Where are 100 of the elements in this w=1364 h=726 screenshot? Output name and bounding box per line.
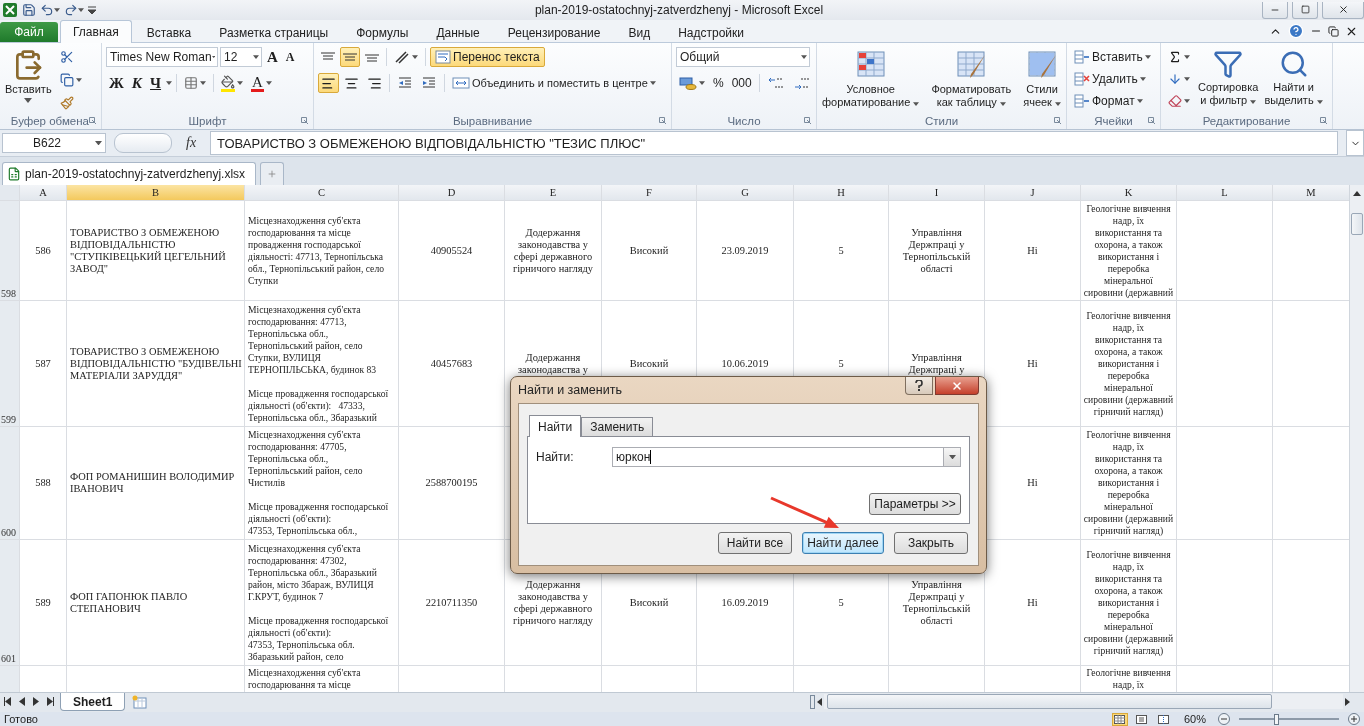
shrink-font-button[interactable]: A	[282, 47, 298, 67]
column-header[interactable]: G	[697, 185, 793, 200]
file-tab[interactable]: Файл	[0, 22, 58, 42]
italic-button[interactable]: К	[128, 73, 146, 93]
column-header[interactable]: H	[794, 185, 888, 200]
styles-button[interactable]: Стили ячеек	[1022, 47, 1062, 111]
number-format-field[interactable]: Общий	[676, 47, 810, 67]
table-cell: Місцезнаходження суб'єкта господарювання: 47705, Тернопільська обл., Тернопільський район, село Чистилів Місце провадження господарської діяльності (об'єкти): 47353, Тернопільська обл.,	[245, 427, 398, 539]
percent-button[interactable]: %	[710, 73, 727, 93]
column-header[interactable]: I	[889, 185, 984, 200]
column-header[interactable]: M	[1273, 185, 1349, 200]
group-label: Ячейки	[1094, 115, 1133, 127]
dialog-button[interactable]: Закрыть	[894, 532, 968, 554]
merge-center-button[interactable]: Объединить и поместить в центре	[449, 73, 659, 93]
window-title: plan-2019-ostatochnyj-zatverdzhenyj - Microsoft Excel	[533, 3, 825, 17]
find-select-button[interactable]: Найти и выделить	[1263, 47, 1324, 109]
dialog-tab[interactable]: Заменить	[581, 417, 654, 436]
font-color-button[interactable]: A	[248, 73, 275, 93]
table-cell: ФОП РОМАНИШИН ВОЛОДИМИР ІВАНОВИЧ	[67, 427, 244, 539]
insert-function-button[interactable]: fx	[180, 135, 203, 151]
table-cell: Геологічне вивчення надр, їх	[1081, 666, 1176, 692]
ribbon-tab[interactable]: Рецензирование	[494, 22, 614, 43]
status-text: Готово	[4, 713, 38, 725]
table-cell: Місцезнаходження суб'єкта господарювання: 47713, Тернопільська обл., Тернопільський район, село Ступки, ВУЛИЦЯ ТЕРНОПІЛЬСЬКА, будинок 83 Місце провадження господарської діяльності (об'єкти): 47333, Тернопільська обл., Збаразький	[245, 301, 398, 426]
table-cell: Ні	[985, 540, 1080, 665]
table-cell: 40457683	[399, 301, 504, 426]
table-cell: 586	[20, 201, 66, 300]
sheet-tab[interactable]: Sheet1	[60, 693, 126, 711]
ribbon-tab[interactable]: Формулы	[343, 22, 422, 43]
styles-button[interactable]: Условное форматирование	[821, 47, 921, 111]
grow-font-button[interactable]: A	[264, 47, 281, 67]
row-header[interactable]: 599	[0, 301, 19, 426]
ribbon-tab[interactable]: Вставка	[133, 22, 205, 43]
column-header[interactable]: A	[20, 185, 66, 200]
cells-button[interactable]: Формат	[1071, 91, 1154, 111]
table-cell: 2588700195	[399, 427, 504, 539]
paste-button[interactable]: Вставить	[4, 47, 53, 105]
table-cell: Ні	[985, 201, 1080, 300]
styles-button[interactable]: Форматировать как таблицу	[930, 47, 1013, 111]
table-cell: Місцезнаходження суб'єкта господарювання та місце провадження господарської діяльності: 47713, Тернопільська обл., Тернопільський район, село Ступки	[245, 201, 398, 300]
dialog-button[interactable]: Найти далее	[802, 532, 884, 554]
row-header[interactable]: 598	[0, 201, 19, 300]
column-header[interactable]: D	[399, 185, 504, 200]
ribbon-tab[interactable]: Разметка страницы	[206, 22, 342, 43]
table-cell: 587	[20, 301, 66, 426]
workbook-tab[interactable]: plan-2019-ostatochnyj-zatverdzhenyj.xlsx	[2, 162, 257, 185]
ribbon-tab[interactable]: Данные	[423, 22, 493, 43]
column-header[interactable]: F	[602, 185, 696, 200]
table-cell: Місцезнаходження суб'єкта господарювання: 47302, Тернопільська обл., Збаразький район, місто Збараж, ВУЛИЦЯ Г.КРУТ, будинок 7 Місце провадження господарської діяльності (об'єкти): 47353, Тернопільська обл. Збаразький район, село	[245, 540, 398, 665]
table-cell: 2210711350	[399, 540, 504, 665]
ribbon-tab[interactable]: Вид	[615, 22, 664, 43]
table-cell: ТОВАРИСТВО З ОБМЕЖЕНОЮ ВІДПОВІДАЛЬНІСТЮ "БУДІВЕЛЬНІ МАТЕРІАЛИ ЗАРУДДЯ"	[67, 301, 244, 426]
group-label: Стили	[924, 115, 959, 127]
table-cell: Управління Держпраці у Тернопільській області	[889, 201, 984, 300]
table-cell: Додержання законодавства у сфері державного гірничого нагляду	[505, 201, 601, 300]
group-label: Выравнивание	[452, 115, 533, 127]
row-header[interactable]: 601	[0, 540, 19, 665]
formula-field[interactable]: ТОВАРИСТВО З ОБМЕЖЕНОЮ ВІДПОВІДАЛЬНІСТЮ "ТЕЗИС ПЛЮС"	[210, 131, 1338, 155]
table-cell: 40905524	[399, 201, 504, 300]
table-cell: 588	[20, 427, 66, 539]
table-cell: Ні	[985, 427, 1080, 539]
column-header[interactable]: C	[245, 185, 398, 200]
table-cell: Місцезнаходження суб'єкта господарювання та місце	[245, 666, 398, 692]
table-cell: Геологічне вивчення надр, їх використання та охорона, а також використання і переробка мінеральної сировини (державний гірничий нагляд)	[1081, 427, 1176, 539]
find-field[interactable]: юркон	[612, 447, 961, 467]
wrap-text-button[interactable]: Перенос текста	[430, 47, 545, 67]
ribbon-tab[interactable]: Надстройки	[665, 22, 757, 43]
font-name-field[interactable]: Times New Roman	[106, 47, 218, 67]
table-cell: 589	[20, 540, 66, 665]
row-header[interactable]: 600	[0, 427, 19, 539]
group-label: Число	[727, 115, 761, 127]
group-label: Редактирование	[1202, 115, 1291, 127]
table-cell: ФОП ГАПОНЮК ПАВЛО СТЕПАНОВИЧ	[67, 540, 244, 665]
bold-button[interactable]: Ж	[106, 73, 127, 93]
column-header[interactable]: J	[985, 185, 1080, 200]
ribbon-tab[interactable]: Главная	[60, 20, 132, 43]
underline-button[interactable]: Ч	[147, 73, 165, 93]
table-cell: 5	[794, 201, 888, 300]
font-size-field[interactable]: 12	[220, 47, 262, 67]
table-cell: Геологічне вивчення надр, їх використання та охорона, а також використання і переробка мінеральної сировини (державний гірничий нагляд)	[1081, 301, 1176, 426]
table-cell: Ні	[985, 301, 1080, 426]
table-cell: Геологічне вивчення надр, їх використання та охорона, а також використання і переробка мінеральної сировини (державний гірничий нагляд)	[1081, 540, 1176, 665]
name-box[interactable]: B622	[2, 133, 106, 153]
column-header[interactable]: L	[1177, 185, 1272, 200]
cells-button[interactable]: Удалить	[1071, 69, 1154, 89]
column-header[interactable]: B	[67, 185, 244, 200]
group-label: Буфер обмена	[10, 115, 89, 127]
options-button[interactable]: Параметры >>	[869, 493, 961, 515]
zoom-level: 60%	[1183, 713, 1206, 725]
sort-filter-button[interactable]: Сортировка и фильтр	[1197, 47, 1260, 109]
dialog-tab[interactable]: Найти	[529, 415, 582, 437]
thousands-button[interactable]: 000	[728, 73, 755, 93]
column-header[interactable]: E	[505, 185, 601, 200]
table-cell: Високий	[602, 201, 696, 300]
cells-button[interactable]: Вставить	[1071, 47, 1154, 67]
column-header[interactable]: K	[1081, 185, 1176, 200]
field-label: Найти:	[536, 450, 575, 464]
table-cell: Геологічне вивчення надр, їх використання та охорона, а також використання і переробка мінеральної сировини (державний	[1081, 201, 1176, 300]
group-label: Шрифт	[188, 115, 227, 127]
dialog-button[interactable]: Найти все	[718, 532, 792, 554]
